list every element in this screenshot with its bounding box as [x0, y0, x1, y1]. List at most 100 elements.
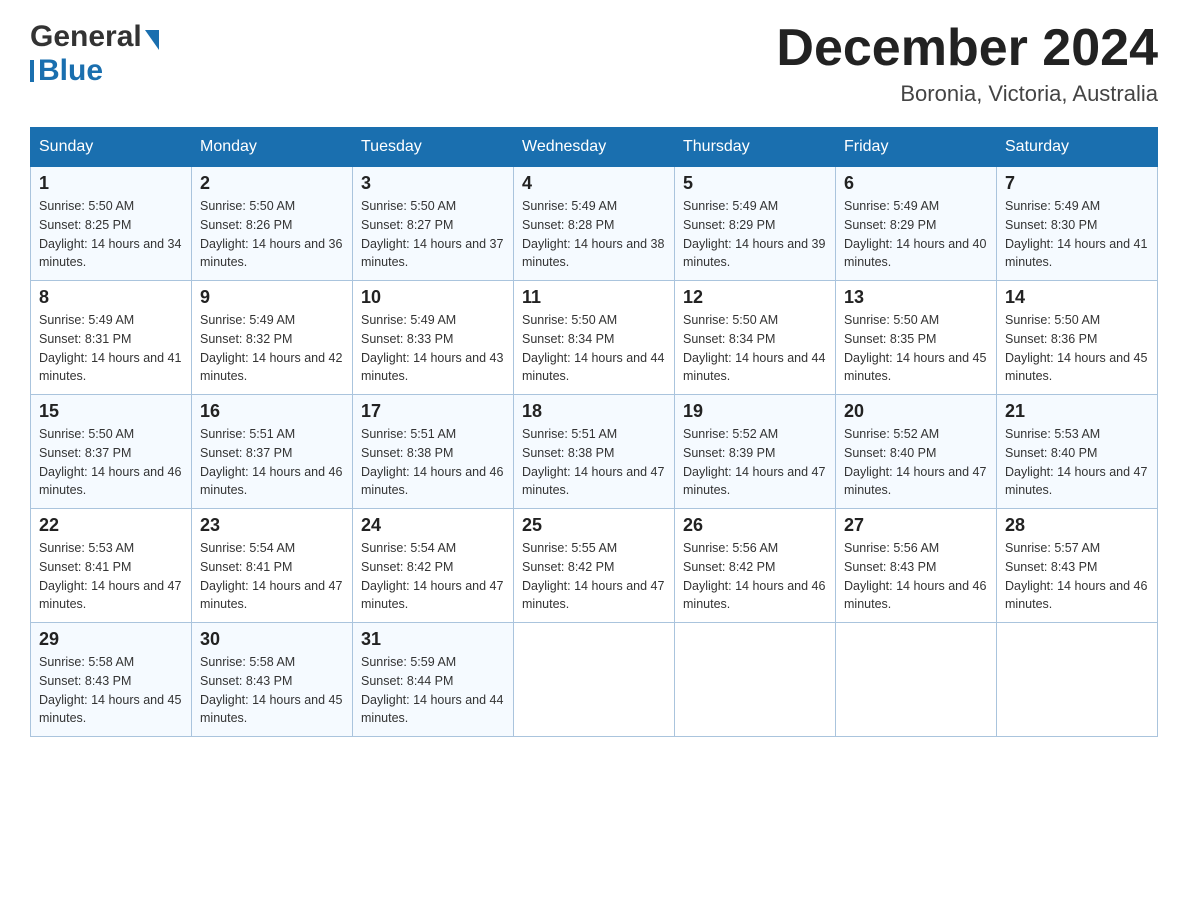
- day-number: 23: [200, 515, 344, 536]
- day-info: Sunrise: 5:59 AMSunset: 8:44 PMDaylight:…: [361, 653, 505, 728]
- day-number: 12: [683, 287, 827, 308]
- day-number: 30: [200, 629, 344, 650]
- table-row: 11 Sunrise: 5:50 AMSunset: 8:34 PMDayligh…: [514, 281, 675, 395]
- day-info: Sunrise: 5:50 AMSunset: 8:37 PMDaylight:…: [39, 425, 183, 500]
- day-info: Sunrise: 5:58 AMSunset: 8:43 PMDaylight:…: [200, 653, 344, 728]
- day-info: Sunrise: 5:56 AMSunset: 8:43 PMDaylight:…: [844, 539, 988, 614]
- title-section: December 2024 Boronia, Victoria, Austral…: [776, 20, 1158, 107]
- day-number: 3: [361, 173, 505, 194]
- table-row: 6Sunrise: 5:49 AMSunset: 8:29 PMDaylight…: [836, 167, 997, 281]
- day-info: Sunrise: 5:49 AMSunset: 8:33 PMDaylight:…: [361, 311, 505, 386]
- table-row: 22Sunrise: 5:53 AMSunset: 8:41 PMDayligh…: [31, 509, 192, 623]
- day-info: Sunrise: 5:51 AMSunset: 8:37 PMDaylight:…: [200, 425, 344, 500]
- day-number: 1: [39, 173, 183, 194]
- day-info: Sunrise: 5:53 AMSunset: 8:41 PMDaylight:…: [39, 539, 183, 614]
- table-row: [836, 623, 997, 737]
- day-info: Sunrise: 5:50 AMSunset: 8:25 PMDaylight:…: [39, 197, 183, 272]
- day-number: 15: [39, 401, 183, 422]
- day-number: 26: [683, 515, 827, 536]
- day-info: Sunrise: 5:50 AMSunset: 8:26 PMDaylight:…: [200, 197, 344, 272]
- col-thursday: Thursday: [675, 128, 836, 167]
- month-year-title: December 2024: [776, 20, 1158, 77]
- calendar-week-row: 1 Sunrise: 5:50 AMSunset: 8:25 PMDaylight…: [31, 167, 1158, 281]
- day-number: 25: [522, 515, 666, 536]
- logo-triangle-icon: [145, 30, 159, 50]
- day-number: 20: [844, 401, 988, 422]
- col-saturday: Saturday: [997, 128, 1158, 167]
- calendar-table: Sunday Monday Tuesday Wednesday Thursday…: [30, 127, 1158, 737]
- col-sunday: Sunday: [31, 128, 192, 167]
- day-number: 18: [522, 401, 666, 422]
- day-info: Sunrise: 5:49 AMSunset: 8:31 PMDaylight:…: [39, 311, 183, 386]
- table-row: 17 Sunrise: 5:51 AMSunset: 8:38 PMDayligh…: [353, 395, 514, 509]
- table-row: 24Sunrise: 5:54 AMSunset: 8:42 PMDayligh…: [353, 509, 514, 623]
- day-number: 21: [1005, 401, 1149, 422]
- table-row: 26 Sunrise: 5:56 AMSunset: 8:42 PMDayligh…: [675, 509, 836, 623]
- day-info: Sunrise: 5:49 AMSunset: 8:30 PMDaylight:…: [1005, 197, 1149, 272]
- day-info: Sunrise: 5:51 AMSunset: 8:38 PMDaylight:…: [522, 425, 666, 500]
- col-friday: Friday: [836, 128, 997, 167]
- day-number: 27: [844, 515, 988, 536]
- location-subtitle: Boronia, Victoria, Australia: [776, 81, 1158, 107]
- day-number: 31: [361, 629, 505, 650]
- day-number: 7: [1005, 173, 1149, 194]
- table-row: 18 Sunrise: 5:51 AMSunset: 8:38 PMDayligh…: [514, 395, 675, 509]
- col-monday: Monday: [192, 128, 353, 167]
- logo-blue-text: Blue: [38, 54, 103, 88]
- table-row: 23 Sunrise: 5:54 AMSunset: 8:41 PMDayligh…: [192, 509, 353, 623]
- day-number: 19: [683, 401, 827, 422]
- table-row: 15 Sunrise: 5:50 AMSunset: 8:37 PMDayligh…: [31, 395, 192, 509]
- table-row: 29Sunrise: 5:58 AMSunset: 8:43 PMDayligh…: [31, 623, 192, 737]
- calendar-header-row: Sunday Monday Tuesday Wednesday Thursday…: [31, 128, 1158, 167]
- table-row: 9 Sunrise: 5:49 AMSunset: 8:32 PMDaylight…: [192, 281, 353, 395]
- day-number: 5: [683, 173, 827, 194]
- day-info: Sunrise: 5:50 AMSunset: 8:34 PMDaylight:…: [522, 311, 666, 386]
- day-info: Sunrise: 5:49 AMSunset: 8:29 PMDaylight:…: [844, 197, 988, 272]
- table-row: 31 Sunrise: 5:59 AMSunset: 8:44 PMDayligh…: [353, 623, 514, 737]
- col-tuesday: Tuesday: [353, 128, 514, 167]
- calendar-week-row: 29Sunrise: 5:58 AMSunset: 8:43 PMDayligh…: [31, 623, 1158, 737]
- day-info: Sunrise: 5:54 AMSunset: 8:42 PMDaylight:…: [361, 539, 505, 614]
- page-header: General Blue December 2024 Boronia, Vict…: [30, 20, 1158, 107]
- table-row: 19 Sunrise: 5:52 AMSunset: 8:39 PMDayligh…: [675, 395, 836, 509]
- day-info: Sunrise: 5:54 AMSunset: 8:41 PMDaylight:…: [200, 539, 344, 614]
- day-number: 8: [39, 287, 183, 308]
- day-number: 17: [361, 401, 505, 422]
- calendar-week-row: 8 Sunrise: 5:49 AMSunset: 8:31 PMDaylight…: [31, 281, 1158, 395]
- table-row: 25 Sunrise: 5:55 AMSunset: 8:42 PMDayligh…: [514, 509, 675, 623]
- table-row: 12 Sunrise: 5:50 AMSunset: 8:34 PMDayligh…: [675, 281, 836, 395]
- day-number: 4: [522, 173, 666, 194]
- day-info: Sunrise: 5:49 AMSunset: 8:28 PMDaylight:…: [522, 197, 666, 272]
- day-info: Sunrise: 5:52 AMSunset: 8:39 PMDaylight:…: [683, 425, 827, 500]
- logo: General Blue: [30, 20, 159, 88]
- day-info: Sunrise: 5:49 AMSunset: 8:32 PMDaylight:…: [200, 311, 344, 386]
- table-row: 21 Sunrise: 5:53 AMSunset: 8:40 PMDayligh…: [997, 395, 1158, 509]
- table-row: 14 Sunrise: 5:50 AMSunset: 8:36 PMDayligh…: [997, 281, 1158, 395]
- logo-general-text: General: [30, 20, 142, 54]
- table-row: [675, 623, 836, 737]
- day-info: Sunrise: 5:50 AMSunset: 8:36 PMDaylight:…: [1005, 311, 1149, 386]
- day-number: 13: [844, 287, 988, 308]
- table-row: 3Sunrise: 5:50 AMSunset: 8:27 PMDaylight…: [353, 167, 514, 281]
- day-info: Sunrise: 5:50 AMSunset: 8:35 PMDaylight:…: [844, 311, 988, 386]
- table-row: 2 Sunrise: 5:50 AMSunset: 8:26 PMDaylight…: [192, 167, 353, 281]
- day-number: 10: [361, 287, 505, 308]
- day-number: 11: [522, 287, 666, 308]
- day-info: Sunrise: 5:55 AMSunset: 8:42 PMDaylight:…: [522, 539, 666, 614]
- day-number: 2: [200, 173, 344, 194]
- table-row: [514, 623, 675, 737]
- day-number: 9: [200, 287, 344, 308]
- calendar-week-row: 15 Sunrise: 5:50 AMSunset: 8:37 PMDayligh…: [31, 395, 1158, 509]
- table-row: 4 Sunrise: 5:49 AMSunset: 8:28 PMDaylight…: [514, 167, 675, 281]
- day-info: Sunrise: 5:50 AMSunset: 8:34 PMDaylight:…: [683, 311, 827, 386]
- table-row: [997, 623, 1158, 737]
- col-wednesday: Wednesday: [514, 128, 675, 167]
- table-row: 28Sunrise: 5:57 AMSunset: 8:43 PMDayligh…: [997, 509, 1158, 623]
- day-number: 14: [1005, 287, 1149, 308]
- day-info: Sunrise: 5:56 AMSunset: 8:42 PMDaylight:…: [683, 539, 827, 614]
- day-info: Sunrise: 5:57 AMSunset: 8:43 PMDaylight:…: [1005, 539, 1149, 614]
- day-number: 16: [200, 401, 344, 422]
- day-info: Sunrise: 5:53 AMSunset: 8:40 PMDaylight:…: [1005, 425, 1149, 500]
- day-info: Sunrise: 5:51 AMSunset: 8:38 PMDaylight:…: [361, 425, 505, 500]
- table-row: 7 Sunrise: 5:49 AMSunset: 8:30 PMDaylight…: [997, 167, 1158, 281]
